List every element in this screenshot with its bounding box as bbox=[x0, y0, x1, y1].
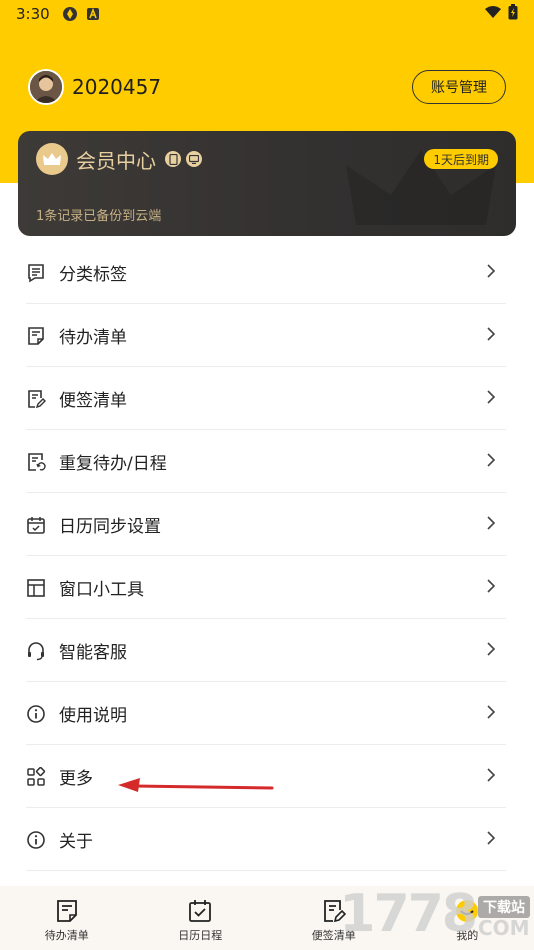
watermark-number: 1778 bbox=[339, 884, 478, 944]
menu-item-label: 便签清单 bbox=[59, 391, 127, 411]
about-icon bbox=[26, 830, 46, 850]
chevron-right-icon bbox=[486, 704, 496, 720]
wifi-icon bbox=[484, 5, 502, 23]
account-management-button[interactable]: 账号管理 bbox=[412, 70, 506, 104]
info-icon bbox=[26, 704, 46, 724]
app-a-icon bbox=[86, 7, 100, 21]
tab-calendar[interactable]: 日历日程 bbox=[134, 886, 268, 950]
grid-icon bbox=[26, 766, 46, 787]
menu-item-repeat-todo[interactable]: 重复待办/日程 bbox=[0, 430, 534, 493]
backup-status-text: 1条记录已备份到云端 bbox=[36, 209, 162, 224]
tag-list-icon bbox=[26, 263, 46, 283]
menu-item-instructions[interactable]: 使用说明 bbox=[0, 682, 534, 745]
crown-icon bbox=[36, 143, 68, 175]
app-notification-icon bbox=[62, 6, 78, 22]
menu-item-label: 分类标签 bbox=[59, 265, 127, 285]
menu-item-label: 智能客服 bbox=[59, 643, 127, 663]
menu-item-label: 日历同步设置 bbox=[59, 517, 161, 537]
status-bar: 3:30 bbox=[0, 0, 534, 28]
user-profile[interactable]: 2020457 bbox=[28, 68, 161, 106]
watermark-suffix: COM bbox=[478, 916, 530, 940]
chevron-right-icon bbox=[486, 326, 496, 342]
vip-desktop-icon bbox=[186, 151, 202, 167]
menu-item-about[interactable]: 关于 bbox=[0, 808, 534, 871]
chevron-right-icon bbox=[486, 263, 496, 279]
chevron-right-icon bbox=[486, 452, 496, 468]
menu-item-note-list[interactable]: 便签清单 bbox=[0, 367, 534, 430]
chevron-right-icon bbox=[486, 389, 496, 405]
nav-label: 日历日程 bbox=[178, 929, 223, 942]
calendar-tab-icon bbox=[187, 898, 213, 924]
site-watermark: 1778 下载站 COM bbox=[339, 888, 530, 940]
vip-center-card[interactable]: 会员中心 1天后到期 1条记录已备份到云端 bbox=[18, 131, 516, 236]
status-time: 3:30 bbox=[16, 5, 50, 23]
avatar[interactable] bbox=[28, 69, 64, 105]
watermark-site: 下载站 bbox=[478, 896, 530, 918]
menu-item-label: 窗口小工具 bbox=[59, 580, 144, 600]
battery-icon bbox=[508, 4, 518, 24]
menu-item-todo-list[interactable]: 待办清单 bbox=[0, 304, 534, 367]
menu-item-widgets[interactable]: 窗口小工具 bbox=[0, 556, 534, 619]
menu-item-label: 待办清单 bbox=[59, 328, 127, 348]
tab-todo-list[interactable]: 待办清单 bbox=[0, 886, 134, 950]
expire-badge: 1天后到期 bbox=[424, 149, 498, 169]
menu-item-label: 重复待办/日程 bbox=[59, 454, 167, 474]
annotation-arrow-icon bbox=[116, 776, 276, 802]
menu-item-label: 更多 bbox=[59, 769, 93, 789]
chevron-right-icon bbox=[486, 641, 496, 657]
chevron-right-icon bbox=[486, 578, 496, 594]
menu-item-label: 关于 bbox=[59, 832, 93, 852]
todo-list-icon bbox=[26, 326, 46, 346]
nav-label: 待办清单 bbox=[44, 929, 89, 942]
chevron-right-icon bbox=[486, 767, 496, 783]
menu-item-calendar-sync[interactable]: 日历同步设置 bbox=[0, 493, 534, 556]
username: 2020457 bbox=[72, 75, 162, 99]
note-list-icon bbox=[26, 389, 46, 409]
chevron-right-icon bbox=[486, 830, 496, 846]
menu-item-label: 使用说明 bbox=[59, 706, 127, 726]
chevron-right-icon bbox=[486, 515, 496, 531]
vip-title: 会员中心 bbox=[76, 148, 156, 173]
todo-tab-icon bbox=[54, 898, 80, 924]
widget-icon bbox=[26, 578, 46, 598]
menu-item-category-tags[interactable]: 分类标签 bbox=[0, 241, 534, 304]
repeat-icon bbox=[26, 452, 46, 472]
headset-icon bbox=[26, 641, 46, 661]
menu-item-customer-service[interactable]: 智能客服 bbox=[0, 619, 534, 682]
vip-phone-icon bbox=[165, 151, 181, 167]
calendar-sync-icon bbox=[26, 515, 46, 535]
